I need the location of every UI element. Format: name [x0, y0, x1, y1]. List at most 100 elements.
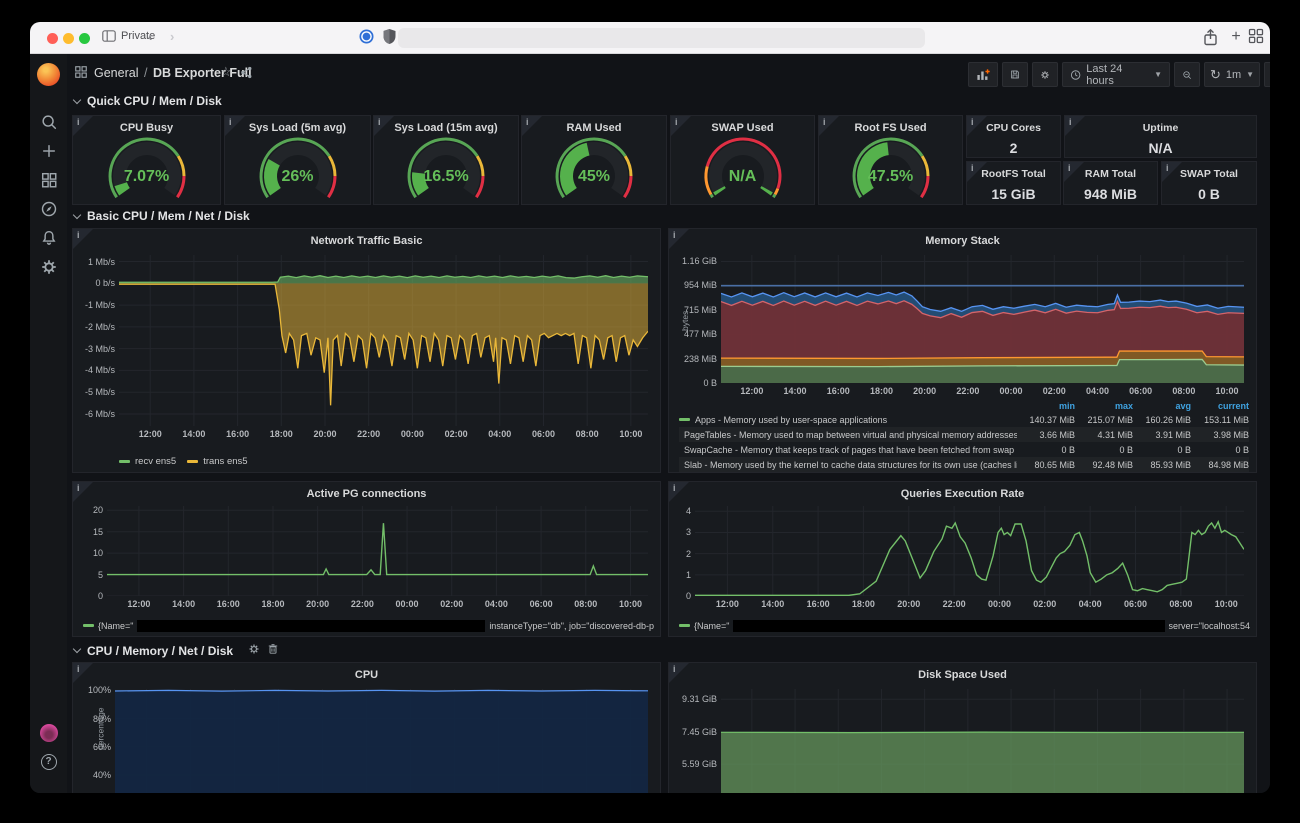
pg-connections-chart[interactable]: 2015105012:0014:0016:0018:0020:0022:0000…: [81, 506, 652, 610]
legend-item-recv[interactable]: recv ens5: [135, 456, 176, 467]
info-icon[interactable]: i: [225, 116, 245, 136]
extension-icon[interactable]: [358, 28, 378, 48]
info-icon[interactable]: i: [669, 229, 689, 249]
legend-prefix[interactable]: {Name=": [694, 621, 729, 631]
y-tick: 954 MiB: [684, 280, 717, 290]
info-icon[interactable]: i: [967, 116, 987, 136]
y-tick: 7.45 GiB: [682, 727, 717, 737]
info-icon[interactable]: i: [73, 116, 93, 136]
legend-row-slab[interactable]: Slab - Memory used by the kernel to cach…: [679, 457, 1249, 472]
stat-value: N/A: [1065, 140, 1256, 156]
panel-title[interactable]: Uptime: [1065, 122, 1256, 134]
info-icon[interactable]: i: [73, 482, 93, 502]
legend-suffix[interactable]: server="localhost:54: [1169, 621, 1251, 631]
row-quick-cpu[interactable]: Quick CPU / Mem / Disk: [74, 94, 222, 108]
legend-row-pagetables[interactable]: PageTables - Memory used to map between …: [679, 427, 1249, 442]
x-tick: 22:00: [943, 599, 966, 609]
user-avatar[interactable]: [38, 722, 59, 743]
cpu-chart[interactable]: 100%80%60%40%percentage: [81, 689, 652, 793]
y-axis-labels: 9.31 GiB7.45 GiB5.59 GiB: [677, 689, 721, 793]
help-icon[interactable]: ?: [38, 751, 59, 772]
info-icon[interactable]: i: [73, 229, 93, 249]
panel-title[interactable]: Queries Execution Rate: [669, 488, 1256, 500]
info-icon[interactable]: i: [1064, 162, 1084, 182]
time-range-picker[interactable]: Last 24 hours ▼: [1062, 62, 1170, 87]
browser-titlebar: Private ‹ › +: [30, 22, 1270, 54]
breadcrumb-section[interactable]: General: [94, 66, 138, 80]
col-avg[interactable]: avg: [1133, 401, 1191, 411]
info-icon[interactable]: i: [669, 663, 689, 683]
zoom-window-button[interactable]: [79, 33, 90, 44]
y-tick: 20: [93, 505, 103, 515]
info-icon[interactable]: i: [671, 116, 691, 136]
row-delete-trash-icon[interactable]: [267, 643, 279, 658]
search-icon[interactable]: [38, 111, 59, 132]
memory-stack-chart[interactable]: 1.16 GiB954 MiB715 MiB477 MiB238 MiB0 B1…: [677, 255, 1248, 397]
network-traffic-chart[interactable]: 1 Mb/s0 b/s-1 Mb/s-2 Mb/s-3 Mb/s-4 Mb/s-…: [81, 255, 652, 440]
col-min[interactable]: min: [1017, 401, 1075, 411]
stat-value: 15 GiB: [967, 186, 1060, 202]
share-dashboard-icon[interactable]: [240, 66, 253, 84]
share-icon[interactable]: [1202, 28, 1222, 48]
alerting-bell-icon[interactable]: [38, 227, 59, 248]
x-tick: 06:00: [1129, 386, 1152, 396]
legend-row-apps[interactable]: Apps - Memory used by user-space applica…: [679, 412, 1249, 427]
create-icon[interactable]: [38, 140, 59, 161]
dashboards-icon[interactable]: [38, 169, 59, 190]
panel-title[interactable]: Disk Space Used: [669, 669, 1256, 681]
new-tab-button[interactable]: +: [1226, 28, 1246, 48]
dashboard-grid-icon[interactable]: [74, 65, 88, 84]
grafana-logo[interactable]: [37, 63, 60, 86]
close-window-button[interactable]: [47, 33, 58, 44]
info-icon[interactable]: i: [1065, 116, 1085, 136]
legend-item-trans[interactable]: trans ens5: [203, 456, 247, 467]
panel-title[interactable]: Active PG connections: [73, 488, 660, 500]
plot-area: [721, 689, 1244, 793]
info-icon[interactable]: i: [819, 116, 839, 136]
refresh-picker[interactable]: ↻ 1m ▼: [1204, 62, 1260, 87]
panel-swap-used: i SWAP Used N/A: [670, 115, 815, 205]
x-tick: 14:00: [182, 429, 205, 439]
panel-title[interactable]: CPU: [73, 669, 660, 681]
y-tick: 0 b/s: [95, 278, 115, 288]
row-basic-cpu[interactable]: Basic CPU / Mem / Net / Disk: [74, 209, 250, 223]
x-tick: 20:00: [913, 386, 936, 396]
y-tick: 0: [686, 591, 691, 601]
add-panel-button[interactable]: [968, 62, 998, 87]
info-icon[interactable]: i: [374, 116, 394, 136]
row-cpu-memory-net-disk[interactable]: CPU / Memory / Net / Disk: [74, 643, 279, 658]
redaction-bar: [137, 620, 485, 632]
tab-overview-button[interactable]: [1248, 28, 1268, 48]
legend-suffix[interactable]: instanceType="db", job="discovered-db-p: [489, 621, 654, 631]
zoom-out-time-button[interactable]: [1174, 62, 1200, 87]
info-icon[interactable]: i: [967, 162, 987, 182]
y-tick: 1: [686, 570, 691, 580]
disk-space-chart[interactable]: 9.31 GiB7.45 GiB5.59 GiB: [677, 689, 1248, 793]
queries-rate-chart[interactable]: 4321012:0014:0016:0018:0020:0022:0000:00…: [677, 506, 1248, 610]
info-icon[interactable]: i: [1162, 162, 1182, 182]
legend-row-swapcache[interactable]: SwapCache - Memory that keeps track of p…: [679, 442, 1249, 457]
address-bar[interactable]: [398, 28, 925, 48]
explore-icon[interactable]: [38, 198, 59, 219]
panel-title[interactable]: Network Traffic Basic: [73, 235, 660, 247]
dashboard-title[interactable]: DB Exporter Full: [153, 66, 252, 80]
row-settings-gear-icon[interactable]: [248, 643, 260, 658]
legend-swatch: [83, 624, 94, 627]
info-icon[interactable]: i: [522, 116, 542, 136]
save-dashboard-button[interactable]: [1002, 62, 1028, 87]
gauge-value: 16.5%: [374, 168, 518, 186]
configuration-gear-icon[interactable]: [38, 256, 59, 277]
panel-title[interactable]: Memory Stack: [669, 235, 1256, 247]
col-max[interactable]: max: [1075, 401, 1133, 411]
col-current[interactable]: current: [1191, 401, 1249, 411]
info-icon[interactable]: i: [73, 663, 93, 683]
legend-prefix[interactable]: {Name=": [98, 621, 133, 631]
info-icon[interactable]: i: [669, 482, 689, 502]
star-icon[interactable]: ☆: [220, 64, 232, 80]
kiosk-mode-button[interactable]: [1264, 62, 1270, 87]
back-button[interactable]: ‹: [148, 29, 152, 44]
forward-button[interactable]: ›: [170, 29, 174, 44]
x-tick: 14:00: [172, 599, 195, 609]
minimize-window-button[interactable]: [63, 33, 74, 44]
dashboard-settings-button[interactable]: [1032, 62, 1058, 87]
